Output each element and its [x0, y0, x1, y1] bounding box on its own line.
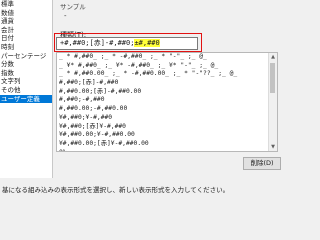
format-code-item[interactable]: ¥#,##0;[赤]¥-#,##0	[57, 123, 277, 132]
category-item[interactable]: ユーザー定義	[0, 94, 52, 104]
format-code-item[interactable]: _ * #,##0.00_ ;_ * -#,##0.00_ ;_ * "-"??…	[57, 70, 277, 79]
category-item[interactable]: 分数	[0, 60, 52, 69]
category-item[interactable]: 会計	[0, 26, 52, 35]
format-code-highlighted: ±#,##0	[134, 39, 160, 47]
format-code-item[interactable]: #,##0.00;-#,##0.00	[57, 105, 277, 114]
format-code-item[interactable]: ¥#,##0.00;¥-#,##0.00	[57, 131, 277, 140]
format-code-item[interactable]: ¥#,##0;¥-#,##0	[57, 114, 277, 123]
scroll-down-icon[interactable]: ▼	[269, 143, 277, 151]
category-item[interactable]: 指数	[0, 69, 52, 78]
delete-button[interactable]: 削除(D)	[243, 157, 281, 170]
format-code-items: _ * #,##0_ ;_ * -#,##0_ ;_ * "-"_ ;_ @_ _…	[57, 53, 277, 151]
format-code-item[interactable]: 0%	[57, 149, 277, 151]
format-code-item[interactable]: _ ¥* #,##0_ ;_ ¥* -#,##0_ ;_ ¥* "-"_ ;_ …	[57, 62, 277, 71]
format-code-item[interactable]: #,##0;[赤]-#,##0	[57, 79, 277, 88]
scroll-up-icon[interactable]: ▲	[269, 53, 277, 61]
category-item[interactable]: パーセンテージ	[0, 52, 52, 61]
format-code-list[interactable]: _ * #,##0_ ;_ * -#,##0_ ;_ * "-"_ ;_ @_ _…	[56, 52, 278, 152]
format-code-input[interactable]: +#,##0;[赤]-#,##0;±#,##0	[56, 37, 198, 50]
category-item[interactable]: 数値	[0, 9, 52, 18]
format-code-item[interactable]: #,##0.00;[赤]-#,##0.00	[57, 88, 277, 97]
category-item[interactable]: 日付	[0, 34, 52, 43]
category-item[interactable]: その他	[0, 86, 52, 95]
scrollbar-thumb[interactable]	[270, 63, 275, 93]
sample-value: -	[64, 12, 67, 20]
format-code-item[interactable]: #,##0;-#,##0	[57, 96, 277, 105]
format-code-text: +#,##0;[赤]-#,##0;	[60, 39, 135, 47]
format-list-scrollbar[interactable]: ▲ ▼	[268, 53, 277, 151]
category-list[interactable]: 標準 数値 通貨 会計 日付 時刻 パーセンテージ 分数 指数 文字列 その他 ユーザー定義	[0, 0, 53, 178]
format-code-item[interactable]: ¥#,##0.00;[赤]¥-#,##0.00	[57, 140, 277, 149]
category-item[interactable]: 時刻	[0, 43, 52, 52]
format-code-item[interactable]: _ * #,##0_ ;_ * -#,##0_ ;_ * "-"_ ;_ @_	[57, 53, 277, 62]
sample-label: サンプル	[60, 3, 86, 11]
category-item[interactable]: 標準	[0, 0, 52, 9]
hint-text: 基になる組み込みの表示形式を選択し、新しい表示形式を入力してください。	[0, 183, 302, 200]
category-item[interactable]: 通貨	[0, 17, 52, 26]
category-item[interactable]: 文字列	[0, 77, 52, 86]
